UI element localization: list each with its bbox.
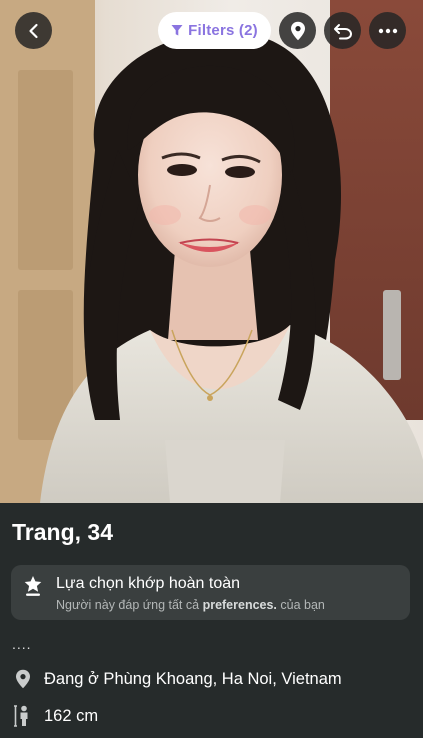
map-pin-icon bbox=[16, 669, 30, 689]
location-button[interactable] bbox=[279, 12, 316, 49]
profile-info-panel: Trang, 34 Lựa chọn khớp hoàn toàn Người … bbox=[0, 503, 423, 738]
height-text: 162 cm bbox=[44, 706, 99, 725]
profile-photo[interactable] bbox=[0, 0, 423, 503]
undo-button[interactable] bbox=[324, 12, 361, 49]
back-button[interactable] bbox=[15, 12, 52, 49]
funnel-icon bbox=[171, 25, 183, 36]
ellipsis-icon bbox=[378, 28, 397, 33]
match-title: Lựa chọn khớp hoàn toàn bbox=[56, 575, 241, 592]
bio-text: .... bbox=[12, 636, 32, 652]
undo-icon bbox=[333, 23, 352, 39]
match-subtitle-bold: preferences. bbox=[202, 598, 277, 612]
match-subtitle-suffix: của bạn bbox=[280, 598, 325, 612]
match-subtitle: Người này đáp ứng tất cả preferences. củ… bbox=[56, 598, 325, 612]
person-height-icon bbox=[14, 705, 28, 727]
height-row: 162 cm bbox=[12, 704, 98, 728]
chevron-left-icon bbox=[28, 23, 38, 38]
more-options-button[interactable] bbox=[369, 12, 406, 49]
filters-label: Filters (2) bbox=[188, 22, 258, 39]
profile-screen: Filters (2) Trang, 34 Lựa chọn khớp hoàn… bbox=[0, 0, 423, 738]
location-text: Đang ở Phùng Khoang, Ha Noi, Vietnam bbox=[44, 669, 342, 688]
star-badge-icon bbox=[24, 576, 42, 596]
perfect-match-card: Lựa chọn khớp hoàn toàn Người này đáp ứn… bbox=[11, 565, 410, 620]
map-pin-icon bbox=[290, 21, 305, 40]
match-subtitle-prefix: Người này đáp ứng tất cả bbox=[56, 598, 200, 612]
filters-button[interactable]: Filters (2) bbox=[158, 12, 271, 49]
location-row: Đang ở Phùng Khoang, Ha Noi, Vietnam bbox=[12, 667, 342, 691]
profile-name-age: Trang, 34 bbox=[12, 519, 113, 545]
